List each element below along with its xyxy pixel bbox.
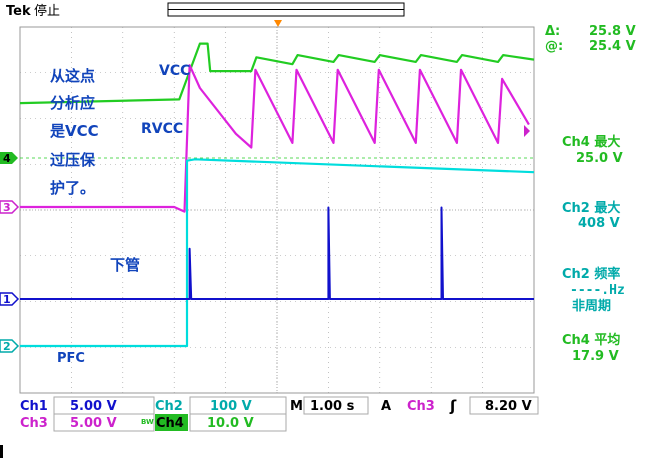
measurement-2-value: 408 V <box>578 216 620 231</box>
graticule <box>19 26 535 394</box>
timebase-value: 1.00 s <box>310 399 355 414</box>
trigger-level: 8.20 V <box>485 399 532 414</box>
note-line-4: 过压保 <box>50 151 96 169</box>
measurement-4-value: 17.9 V <box>572 349 619 364</box>
channel-marker-3[interactable]: 3 <box>0 200 20 214</box>
delta-value: 25.8 V <box>589 24 636 39</box>
channel-markers: 4 3 1 2 <box>0 152 20 353</box>
measurement-4-label: Ch4 平均 <box>562 332 620 348</box>
at-label: @: <box>545 39 563 54</box>
note-line-2: 分析应 <box>50 94 95 112</box>
cursor-level-marker[interactable] <box>524 125 530 137</box>
channel-marker-3-label: 3 <box>3 201 11 214</box>
ch1-scale: 5.00 V <box>70 399 117 414</box>
ch4-label: Ch4 <box>156 416 184 431</box>
measurement-1-value: 25.0 V <box>576 151 623 166</box>
trigger-source: Ch3 <box>407 399 435 414</box>
trigger-slope-icon: ʃ <box>449 397 457 415</box>
channel-marker-2-label: 2 <box>3 340 11 353</box>
corner-tick <box>0 445 3 458</box>
rvcc-label: RVCC <box>141 121 183 137</box>
trigger-mode-label: A <box>381 399 391 414</box>
measurement-3-value: ----.Hz <box>570 283 625 298</box>
ch2-label: Ch2 <box>155 399 183 414</box>
annotations: 从这点 分析应 是VCC 过压保 护了。 VCC RVCC 下管 PFC <box>49 63 190 366</box>
timebase-label: M <box>290 399 303 414</box>
pfc-label: PFC <box>57 351 85 366</box>
trigger-position-marker[interactable] <box>274 20 282 27</box>
ch4-bw-limit-icon: BW <box>141 418 154 426</box>
delta-label: Δ: <box>545 24 560 39</box>
ch3-scale: 5.00 V <box>70 416 117 431</box>
oscilloscope-screen: Tek 停止 4 3 1 2 从这点 分析应 是VCC 过压保 护了。 VCC … <box>0 0 669 458</box>
note-line-1: 从这点 <box>50 67 95 85</box>
channel-marker-1[interactable]: 1 <box>0 292 20 306</box>
acquisition-status: 停止 <box>34 3 60 19</box>
measurement-3-label: Ch2 频率 <box>562 266 620 282</box>
at-value: 25.4 V <box>589 39 636 54</box>
measurement-3-extra: 非周期 <box>572 298 611 314</box>
measurement-2-label: Ch2 最大 <box>562 200 620 216</box>
cursor-readout: Δ: 25.8 V @: 25.4 V <box>545 24 636 54</box>
settings-bar: Ch1 5.00 V Ch2 100 V M 1.00 s A Ch3 ʃ 8.… <box>20 396 539 432</box>
channel-marker-4-label: 4 <box>3 152 11 165</box>
ch4-scale: 10.0 V <box>207 416 254 431</box>
measurement-1-label: Ch4 最大 <box>562 134 620 150</box>
channel-marker-2[interactable]: 2 <box>0 339 20 353</box>
channel-marker-4[interactable]: 4 <box>0 152 18 165</box>
low-side-label: 下管 <box>110 256 140 274</box>
ch2-scale: 100 V <box>210 399 252 414</box>
note-line-3: 是VCC <box>49 122 99 140</box>
measurements-panel: Ch4 最大 25.0 V Ch2 最大 408 V Ch2 频率 ----.H… <box>562 134 625 364</box>
channel-marker-1-label: 1 <box>3 293 11 306</box>
note-line-5: 护了。 <box>50 179 95 197</box>
brand-label: Tek <box>6 4 31 19</box>
ch3-label: Ch3 <box>20 416 48 431</box>
ch1-label: Ch1 <box>20 399 48 414</box>
vcc-label: VCC <box>159 63 190 79</box>
